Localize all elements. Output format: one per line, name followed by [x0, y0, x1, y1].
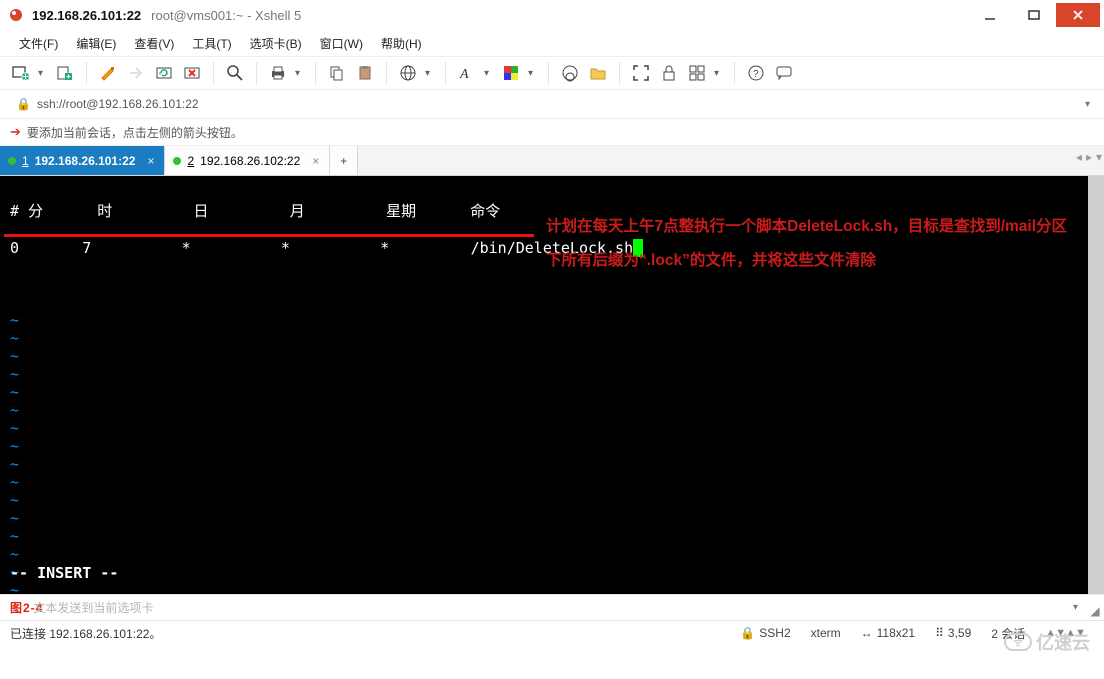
status-size: ↔ 118x21	[861, 626, 915, 640]
help-icon[interactable]: ?	[745, 62, 767, 84]
tab-number: 2	[187, 154, 194, 168]
menu-window[interactable]: 窗口(W)	[315, 32, 368, 55]
forward-icon[interactable]	[125, 62, 147, 84]
color-dropdown[interactable]: ▾	[528, 68, 538, 79]
menu-edit[interactable]: 编辑(E)	[71, 32, 121, 55]
tab-nav-left-icon[interactable]: ◂	[1076, 150, 1082, 164]
hint-arrow-icon[interactable]: ➔	[10, 124, 21, 140]
tab-close-icon[interactable]: ×	[312, 154, 319, 168]
new-tab-button[interactable]: +	[330, 146, 358, 175]
tile-dropdown[interactable]: ▾	[714, 68, 724, 79]
menu-tab[interactable]: 选项卡(B)	[245, 32, 307, 55]
status-protocol: 🔒 SSH2	[740, 626, 790, 640]
status-arrows-icon[interactable]: ▲ ▼ ▲ ▼	[1045, 627, 1084, 639]
vim-mode: -- INSERT --	[10, 564, 118, 582]
menu-tools[interactable]: 工具(T)	[187, 32, 236, 55]
crontab-entry: 0 7 * * * /bin/DeleteLock.sh	[10, 239, 633, 257]
tab-status-dot-icon	[8, 157, 16, 165]
tab-session-2[interactable]: 2 192.168.26.102:22 ×	[165, 146, 330, 175]
window-title-detail: root@vms001:~ - Xshell 5	[151, 8, 301, 23]
address-url[interactable]: ssh://root@192.168.26.101:22	[37, 97, 1079, 111]
new-session-icon[interactable]	[10, 62, 32, 84]
annotation-text: 计划在每天上午7点整执行一个脚本DeleteLock.sh，目标是查找到/mai…	[546, 210, 1076, 278]
open-icon[interactable]	[54, 62, 76, 84]
terminal-scrollbar[interactable]	[1088, 176, 1104, 594]
address-lock-icon: 🔒	[16, 97, 31, 111]
compose-dropdown[interactable]: ▾	[1073, 602, 1078, 613]
tab-close-icon[interactable]: ×	[147, 154, 154, 168]
hint-text: 要添加当前会话，点击左侧的箭头按钮。	[27, 124, 243, 141]
tab-status-dot-icon	[173, 157, 181, 165]
toolbar: ▾ ▾ ▾ A ▾ ▾ ▾ ?	[0, 56, 1104, 90]
lock-icon[interactable]	[658, 62, 680, 84]
status-pos: ⠿ 3,59	[935, 626, 971, 640]
tab-number: 1	[22, 154, 29, 168]
minimize-button[interactable]	[968, 3, 1012, 27]
menu-view[interactable]: 查看(V)	[129, 32, 179, 55]
status-sessions: 2 会话	[991, 625, 1025, 642]
new-session-dropdown[interactable]: ▾	[38, 68, 48, 79]
color-icon[interactable]	[500, 62, 522, 84]
resize-grip-icon[interactable]: ◢	[1088, 604, 1102, 618]
svg-text:A: A	[459, 67, 469, 82]
reconnect-icon[interactable]	[153, 62, 175, 84]
font-dropdown[interactable]: ▾	[484, 68, 494, 79]
terminal[interactable]: # 分 时 日 月 星期 命令 0 7 * * * /bin/DeleteLoc…	[0, 176, 1104, 594]
title-bar: 192.168.26.101:22 root@vms001:~ - Xshell…	[0, 0, 1104, 30]
window-title-host: 192.168.26.101:22	[32, 8, 141, 23]
disconnect-icon[interactable]	[181, 62, 203, 84]
tilde-line: ~ ~ ~ ~ ~ ~ ~ ~ ~ ~ ~ ~ ~ ~ ~ ~	[10, 311, 19, 594]
crontab-header: # 分 时 日 月 星期 命令	[10, 202, 500, 220]
fullscreen-icon[interactable]	[630, 62, 652, 84]
find-icon[interactable]	[224, 62, 246, 84]
tab-nav-right-icon[interactable]: ▸	[1086, 150, 1092, 164]
compose-placeholder[interactable]: 文本发送到当前选项卡	[33, 599, 153, 616]
tab-menu-icon[interactable]: ▾	[1096, 150, 1102, 164]
app-logo-icon	[8, 7, 24, 23]
tab-session-1[interactable]: 1 192.168.26.101:22 ×	[0, 146, 165, 175]
status-bar: 已连接 192.168.26.101:22。 🔒 SSH2 xterm ↔ 11…	[0, 620, 1104, 645]
underline-annotation	[4, 234, 534, 237]
properties-icon[interactable]	[97, 62, 119, 84]
close-button[interactable]	[1056, 3, 1100, 27]
maximize-button[interactable]	[1012, 3, 1056, 27]
folder-icon[interactable]	[587, 62, 609, 84]
encoding-icon[interactable]	[397, 62, 419, 84]
session-tabs: 1 192.168.26.101:22 × 2 192.168.26.102:2…	[0, 146, 1104, 176]
encoding-dropdown[interactable]: ▾	[425, 68, 435, 79]
copy-icon[interactable]	[326, 62, 348, 84]
print-dropdown[interactable]: ▾	[295, 68, 305, 79]
menu-file[interactable]: 文件(F)	[14, 32, 63, 55]
menu-bar: 文件(F) 编辑(E) 查看(V) 工具(T) 选项卡(B) 窗口(W) 帮助(…	[0, 30, 1104, 56]
font-icon[interactable]: A	[456, 62, 478, 84]
paste-icon[interactable]	[354, 62, 376, 84]
print-icon[interactable]	[267, 62, 289, 84]
menu-help[interactable]: 帮助(H)	[376, 32, 427, 55]
tab-label: 192.168.26.101:22	[35, 154, 136, 168]
hint-bar: ➔ 要添加当前会话，点击左侧的箭头按钮。	[0, 118, 1104, 146]
tile-icon[interactable]	[686, 62, 708, 84]
compose-bar: 图2-4 文本发送到当前选项卡 ▾ ◢	[0, 594, 1104, 620]
address-dropdown[interactable]: ▾	[1079, 99, 1096, 110]
address-bar: 🔒 ssh://root@192.168.26.101:22 ▾	[0, 90, 1104, 118]
session-icon[interactable]	[559, 62, 581, 84]
chat-icon[interactable]	[773, 62, 795, 84]
status-connection: 已连接 192.168.26.101:22。	[10, 625, 730, 642]
tab-label: 192.168.26.102:22	[200, 154, 300, 168]
status-term: xterm	[811, 626, 841, 640]
svg-text:?: ?	[753, 69, 759, 80]
